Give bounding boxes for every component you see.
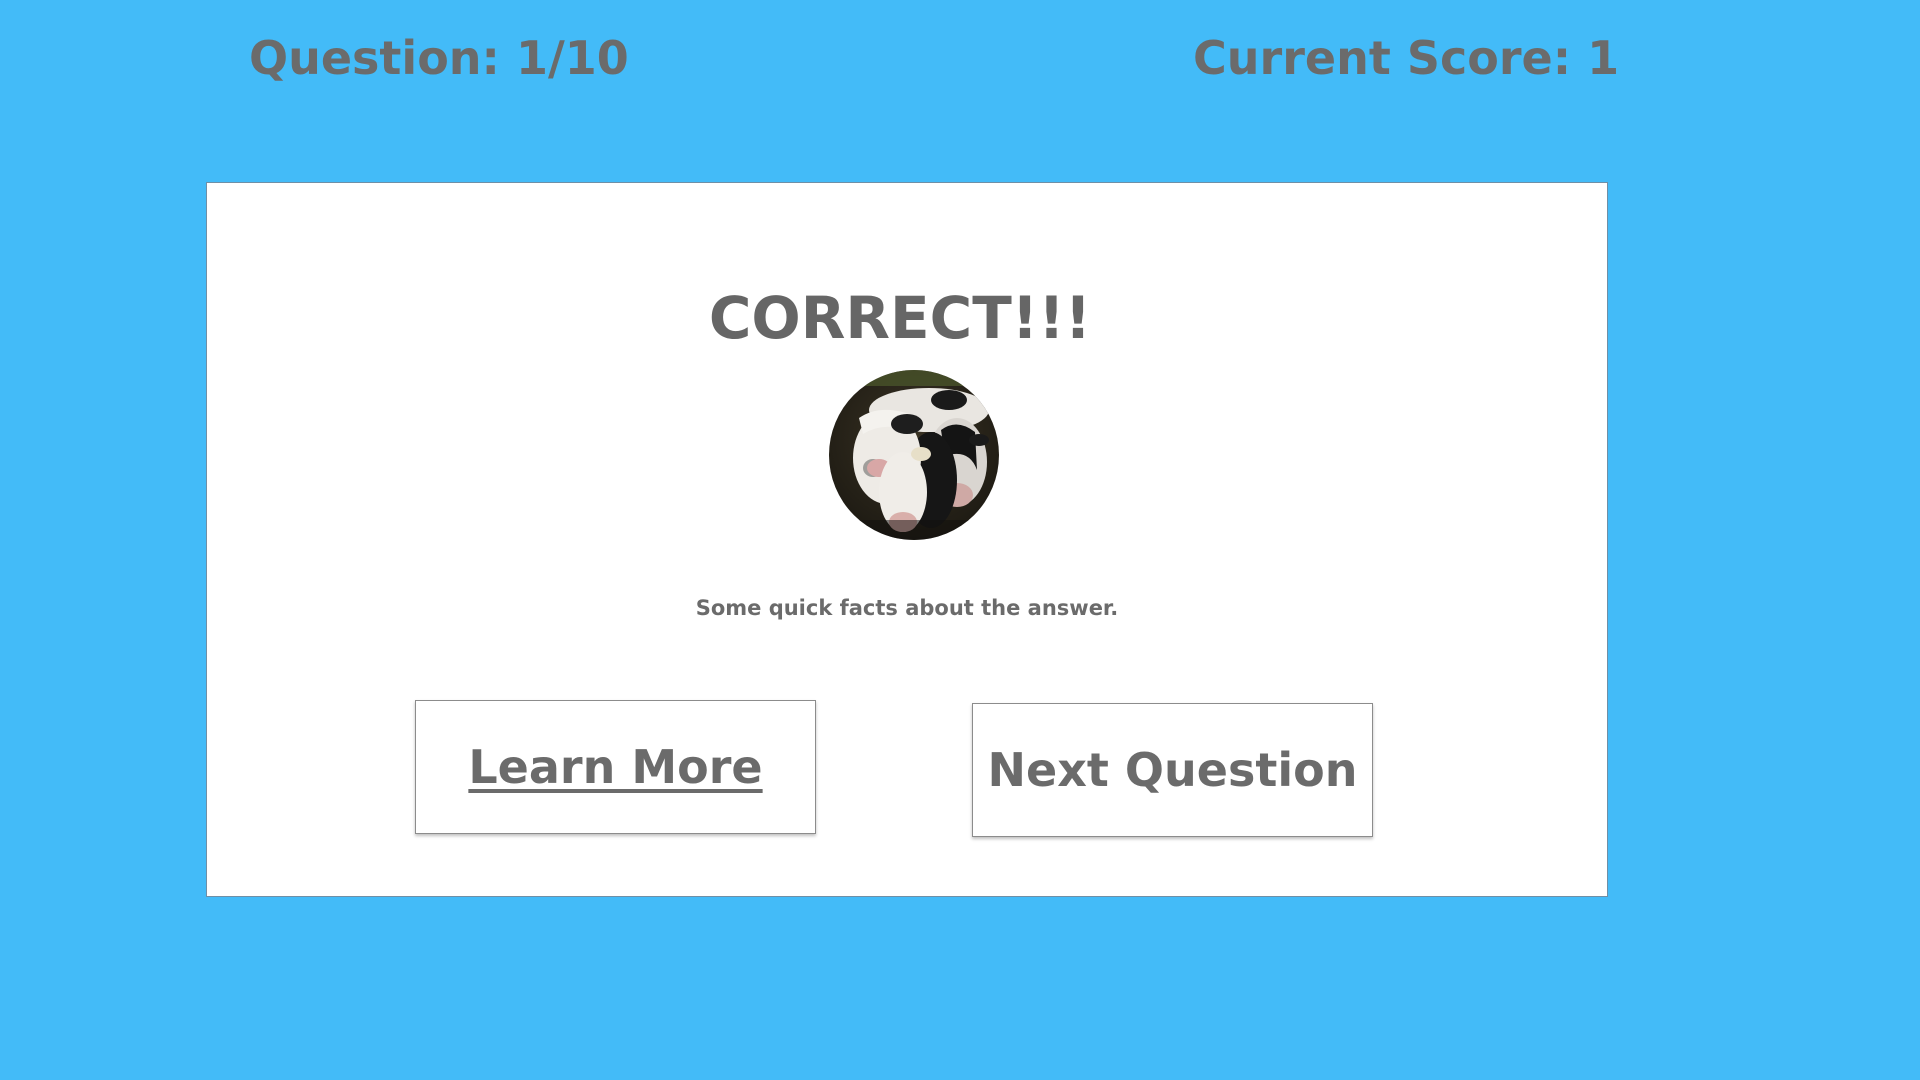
result-card: CORRECT!!! Some quick facts about the an… — [206, 182, 1608, 897]
cows-picture — [829, 370, 999, 540]
result-title: CORRECT!!! — [708, 284, 1092, 352]
question-counter: Question: 1/10 — [249, 31, 629, 85]
answer-image — [829, 370, 999, 540]
current-score: Current Score: 1 — [1193, 31, 1620, 85]
answer-facts: Some quick facts about the answer. — [695, 596, 1119, 620]
learn-more-button[interactable]: Learn More — [415, 700, 816, 834]
next-question-button[interactable]: Next Question — [972, 703, 1373, 837]
